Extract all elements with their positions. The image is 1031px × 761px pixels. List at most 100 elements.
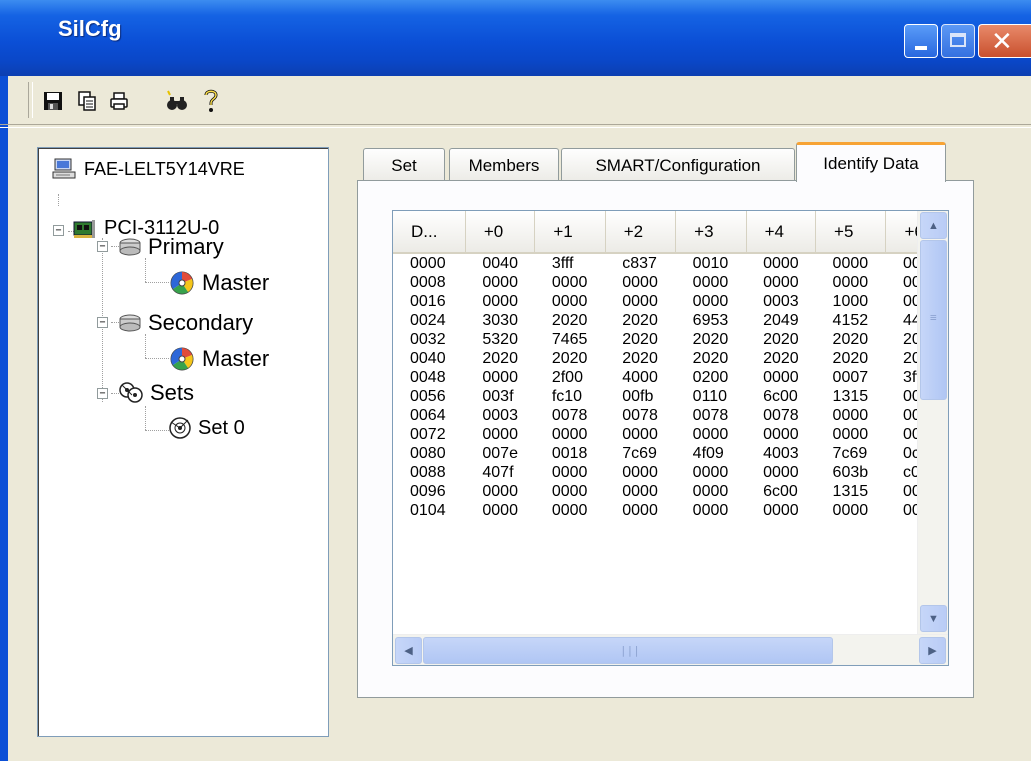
tree-node-computer[interactable]: FAE-LELT5Y14VRE — [52, 158, 245, 180]
data-cell: 0040 — [482, 255, 518, 272]
identify-data-grid[interactable]: D... +0 +1 +2 +3 +4 +5 +6 0000 0040 3fff c8… — [392, 210, 949, 666]
data-cell: 0000 — [551, 464, 588, 481]
tab-identify-data[interactable]: Identify Data — [796, 142, 946, 182]
table-row[interactable]: 0104000000000000000000000000000 — [393, 501, 948, 520]
tree-node-primary-master[interactable]: Master — [168, 270, 269, 296]
tab-label: Set — [391, 155, 417, 175]
data-cell: 0000 — [551, 293, 588, 310]
expander-secondary[interactable]: − — [97, 317, 108, 328]
copy-icon — [78, 91, 96, 111]
title-bar[interactable]: SilCfg ✕ — [0, 0, 1031, 76]
save-icon — [44, 92, 62, 110]
vertical-scrollbar[interactable]: ▲ ≡ ▼ — [917, 211, 948, 634]
data-cell: 7c69 — [832, 445, 868, 462]
tab-members[interactable]: Members — [449, 148, 559, 182]
tree-label-primary-master: Master — [202, 270, 270, 295]
scroll-down-button[interactable]: ▼ — [920, 605, 947, 632]
data-cell: c837 — [622, 255, 657, 272]
device-tree[interactable]: FAE-LELT5Y14VRE − PCI-3112U-0 − Primary — [37, 147, 329, 737]
column-header-offset[interactable]: +4 — [746, 211, 817, 254]
tree-node-secondary[interactable]: Secondary — [118, 310, 253, 336]
toolbar-grip[interactable] — [28, 82, 33, 118]
table-row[interactable]: 0072000000000000000000000000000 — [393, 425, 948, 444]
table-row[interactable]: 0032532074652020202020202020202 — [393, 330, 948, 349]
minimize-icon — [915, 46, 927, 50]
data-cell: 0018 — [551, 445, 588, 462]
data-cell: 0007 — [832, 369, 869, 386]
data-cell: 0000 — [482, 369, 518, 386]
tree-node-set0[interactable]: Set 0 — [168, 416, 245, 440]
scroll-left-button[interactable]: ◀ — [395, 637, 422, 664]
data-cell: 2020 — [763, 331, 799, 348]
table-row[interactable]: 0064000300780078007800780000000 — [393, 406, 948, 425]
tree-node-sets[interactable]: Sets — [118, 380, 194, 406]
column-header-offset[interactable]: +3 — [675, 211, 747, 254]
maximize-icon — [950, 33, 966, 47]
data-cell: 0000 — [622, 274, 658, 291]
data-cell: 2020 — [482, 350, 518, 367]
minimize-button[interactable] — [904, 24, 938, 58]
data-cell: 4f09 — [692, 445, 724, 462]
data-cell: 0000 — [482, 426, 518, 443]
horizontal-scrollbar[interactable]: ◀ ||| ▶ — [393, 634, 948, 665]
data-cell: 0078 — [622, 407, 658, 424]
data-cell: 5320 — [482, 331, 518, 348]
save-button[interactable] — [40, 88, 66, 114]
data-cell: 1000 — [832, 293, 869, 310]
table-row[interactable]: 0056003ffc1000fb01106c001315000 — [393, 387, 948, 406]
data-cell: 603b — [832, 464, 869, 481]
column-header-offset[interactable]: +1 — [534, 211, 606, 254]
table-row[interactable]: 0080 007e 0018 7c69 4f09 4003 7c69 0c0 — [393, 444, 948, 463]
data-cell: 0000 — [482, 483, 518, 500]
column-header-offset[interactable]: +2 — [605, 211, 677, 254]
expander-primary[interactable]: − — [97, 241, 108, 252]
find-button[interactable] — [164, 88, 190, 114]
scroll-right-button[interactable]: ▶ — [919, 637, 946, 664]
data-cell: 2049 — [763, 312, 799, 329]
tree-label-sets: Sets — [150, 380, 195, 405]
table-row[interactable]: 0008000000000000000000000000000 — [393, 273, 948, 292]
row-address-cell: 0064 — [410, 407, 446, 424]
data-cell: 2020 — [832, 331, 869, 348]
tree-node-secondary-master[interactable]: Master — [168, 346, 269, 372]
maximize-button[interactable] — [941, 24, 975, 58]
column-header-offset[interactable]: +0 — [465, 211, 536, 254]
data-cell: 0000 — [622, 464, 658, 481]
data-cell: 0000 — [551, 483, 588, 500]
chevron-up-icon: ▲ — [928, 219, 939, 232]
data-cell: 0078 — [763, 407, 799, 424]
data-cell: 0000 — [832, 426, 869, 443]
close-button[interactable]: ✕ — [978, 24, 1031, 58]
table-row[interactable]: 009600000000000000006c001315000 — [393, 482, 948, 501]
data-cell: 4003 — [763, 445, 799, 462]
data-cell: 1315 — [832, 388, 869, 405]
table-row[interactable]: 0088 407f 0000 0000 0000 0000 603b c00 — [393, 463, 948, 482]
tab-set[interactable]: Set — [363, 148, 445, 182]
tab-smart-configuration[interactable]: SMART/Configuration — [561, 148, 795, 182]
row-address-cell: 0072 — [410, 426, 446, 443]
data-cell: 007e — [482, 445, 518, 462]
data-cell: 0000 — [551, 502, 588, 519]
data-cell: 6c00 — [763, 483, 798, 500]
data-cell: 2020 — [622, 331, 658, 348]
expander-controller[interactable]: − — [53, 225, 64, 236]
tree-node-primary[interactable]: Primary — [118, 234, 224, 260]
data-cell: 3030 — [482, 312, 518, 329]
table-row[interactable]: 0040202020202020202020202020202 — [393, 349, 948, 368]
data-cell: 0000 — [482, 293, 518, 310]
column-header-offset[interactable]: +5 — [815, 211, 887, 254]
help-button[interactable] — [198, 88, 224, 114]
scroll-up-button[interactable]: ▲ — [920, 212, 947, 239]
expander-sets[interactable]: − — [97, 388, 108, 399]
horizontal-scroll-thumb[interactable]: ||| — [423, 637, 833, 664]
column-header-address[interactable]: D... — [393, 211, 466, 254]
table-row[interactable]: 0024303020202020695320494152444 — [393, 311, 948, 330]
vertical-scroll-thumb[interactable]: ≡ — [920, 240, 947, 400]
data-cell: 0000 — [763, 255, 799, 272]
table-row[interactable]: 000000403fffc837001000000000003 — [393, 253, 948, 273]
table-row[interactable]: 0016000000000000000000031000003 — [393, 292, 948, 311]
print-button[interactable] — [106, 88, 132, 114]
table-row[interactable]: 0048 0000 2f00 4000 0200 0000 0007 3fff — [393, 368, 948, 387]
copy-button[interactable] — [74, 88, 100, 114]
binoculars-icon — [167, 90, 187, 110]
